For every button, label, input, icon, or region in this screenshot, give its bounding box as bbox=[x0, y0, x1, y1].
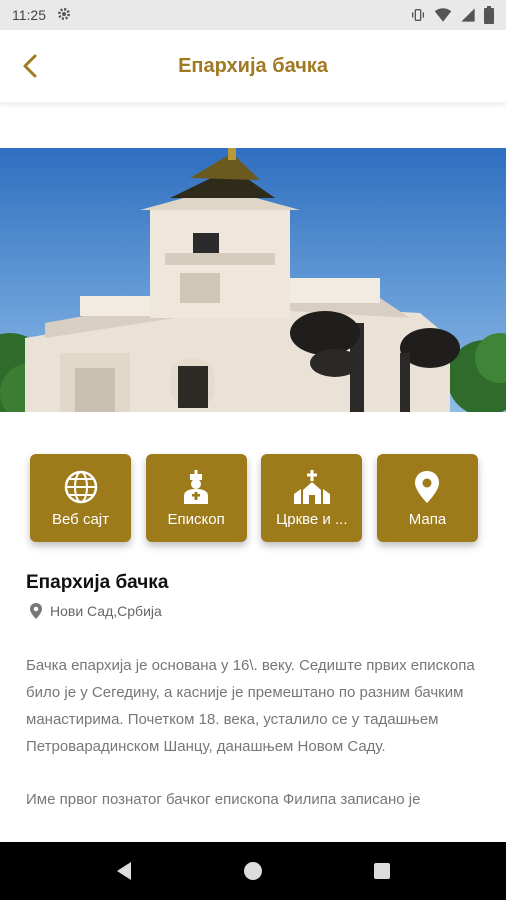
location-text: Нови Сад,Србија bbox=[50, 603, 162, 619]
page-title: Епархија бачка bbox=[178, 54, 328, 77]
nav-back-button[interactable] bbox=[104, 851, 144, 891]
globe-icon bbox=[64, 469, 98, 505]
action-buttons: Веб сајт Епископ Цркве и ... Мапа bbox=[30, 454, 478, 542]
vibrate-icon bbox=[410, 7, 426, 23]
back-button[interactable] bbox=[12, 48, 48, 84]
bishop-icon bbox=[181, 469, 211, 505]
map-button[interactable]: Мапа bbox=[376, 454, 478, 542]
churches-button[interactable]: Цркве и ... bbox=[261, 454, 363, 542]
map-button-label: Мапа bbox=[408, 510, 447, 528]
status-bar: 11:25 bbox=[0, 0, 506, 30]
battery-icon bbox=[484, 6, 494, 24]
description-paragraph: Бачка епархија је основана у 16\. веку. … bbox=[26, 657, 475, 755]
chevron-left-icon bbox=[23, 54, 37, 78]
bishop-button-label: Епископ bbox=[167, 510, 225, 528]
map-pin-icon bbox=[415, 469, 440, 505]
website-button-label: Веб сајт bbox=[52, 510, 109, 528]
description: Бачка епархија је основана у 16\. веку. … bbox=[26, 652, 486, 839]
cathedral-image bbox=[0, 148, 506, 412]
website-button[interactable]: Веб сајт bbox=[30, 454, 131, 542]
content-title: Епархија бачка bbox=[26, 572, 169, 593]
nav-recents-button[interactable] bbox=[362, 851, 402, 891]
nav-home-button[interactable] bbox=[233, 851, 273, 891]
location-pin-icon bbox=[30, 603, 42, 619]
nav-back-icon bbox=[117, 862, 132, 880]
settings-icon bbox=[56, 6, 72, 25]
bishop-button[interactable]: Епископ bbox=[145, 454, 247, 542]
location-row: Нови Сад,Србија bbox=[30, 603, 162, 619]
content-title-block: Епархија бачка bbox=[26, 572, 168, 594]
signal-icon bbox=[460, 7, 476, 23]
church-icon bbox=[293, 469, 331, 505]
system-nav-bar bbox=[0, 842, 506, 900]
nav-home-icon bbox=[243, 862, 262, 880]
status-time: 11:25 bbox=[12, 7, 46, 23]
churches-button-label: Цркве и ... bbox=[276, 510, 348, 528]
nav-recents-icon bbox=[373, 863, 390, 879]
app-bar: Епархија бачка bbox=[0, 30, 506, 102]
wifi-icon bbox=[434, 7, 452, 23]
description-paragraph: Име првог познатог бачког епископа Филип… bbox=[26, 791, 421, 808]
